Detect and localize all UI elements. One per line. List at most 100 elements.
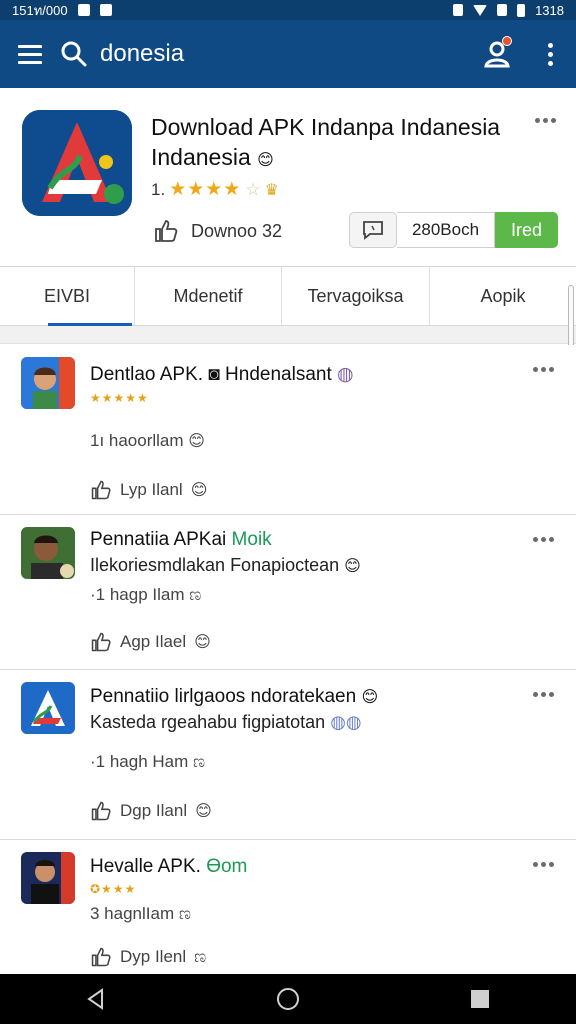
item-meta: ·1 hagp Ilam ಣ — [90, 585, 202, 604]
item-subtitle: Ilekoriesmdlakan Fonapioctean 😊 — [90, 555, 361, 576]
badge-icon: ◍ — [337, 364, 354, 385]
header-more-button[interactable] — [535, 118, 556, 123]
item-meta-text: 1ı haoorllam — [90, 431, 184, 450]
emoji-icon: 😊 — [344, 558, 361, 575]
item-title-accent: Ɵom — [206, 856, 248, 877]
tab-tervagoiksa[interactable]: Tervagoiksa — [282, 267, 430, 325]
item-like-label: Dyp Ilenl — [120, 947, 187, 966]
item-like-button[interactable]: Dgp Ilanl 😊 — [90, 800, 212, 822]
item-subtitle-text: Kasteda rgeahabu figpiatotan — [90, 712, 326, 732]
more-menu-button[interactable] — [524, 20, 576, 88]
item-title-accent: Moik — [231, 529, 272, 550]
notification-dot — [502, 36, 512, 46]
rating-stars: ★★★★ — [169, 179, 242, 200]
thumbs-up-icon — [91, 480, 111, 500]
tab-mdenetif[interactable]: Mdenetif — [135, 267, 282, 325]
more-horizontal-icon — [535, 118, 556, 123]
rating-row: 1. ★★★★ ☆ ♛ — [151, 178, 279, 201]
home-button[interactable] — [258, 974, 318, 1024]
item-meta: 1ı haoorllam 😊 — [90, 431, 205, 451]
system-nav-bar — [0, 974, 576, 1024]
emoji-icon: 😊 — [190, 482, 208, 499]
account-button[interactable] — [472, 20, 524, 88]
emoji-icon: 😊 — [194, 634, 211, 651]
item-title-text: Pennatiio lirlgaoos ndoratekaen — [90, 686, 357, 707]
tab-label: EIVBI — [43, 285, 91, 306]
home-icon — [277, 988, 299, 1010]
item-like-button[interactable]: Agp Ilael 😊 — [90, 631, 211, 653]
item-more-button[interactable] — [533, 862, 554, 867]
thumbs-up-icon — [155, 220, 178, 242]
item-subtitle-text: Ilekoriesmdlakan Fonapioctean — [90, 555, 340, 575]
battery-icon — [517, 3, 526, 17]
app-logo — [22, 110, 132, 216]
search-query: donesia — [100, 40, 185, 67]
menu-button[interactable] — [0, 20, 60, 88]
item-meta: 3 hagnlIam ಣ — [90, 904, 191, 923]
tab-label: Aopik — [480, 285, 526, 306]
item-like-button[interactable]: Lyp Ilanl 😊 — [90, 479, 207, 501]
more-vertical-icon — [547, 42, 553, 66]
back-icon — [87, 988, 103, 1010]
bluetooth-icon — [453, 4, 464, 16]
item-thumbnail — [21, 357, 75, 409]
item-stars: ★★★★★ — [90, 391, 149, 405]
hamburger-icon — [18, 42, 42, 66]
item-like-label: Lyp Ilanl — [120, 480, 183, 499]
item-more-button[interactable] — [533, 537, 554, 542]
app-title-line2: Indanesia 😊 — [151, 142, 511, 176]
globe-icon: ◍◍ — [330, 712, 362, 732]
item-thumbnail — [21, 852, 75, 904]
tab-eivbi[interactable]: EIVBI — [0, 267, 135, 326]
item-like-label: Agp Ilael — [120, 632, 187, 651]
wifi-icon — [473, 4, 488, 16]
comment-button[interactable] — [349, 212, 397, 248]
item-thumbnail — [21, 682, 75, 734]
item-title: Pennatiio lirlgaoos ndoratekaen 😊 — [90, 686, 378, 708]
item-title: Hevalle APK. Ɵom — [90, 856, 247, 878]
rating-prefix: 1. — [151, 179, 166, 199]
more-horizontal-icon — [533, 692, 554, 697]
app-bar: donesia — [0, 20, 576, 88]
item-title: Pennatiia APKai Moik — [90, 529, 272, 551]
search-icon — [60, 40, 100, 68]
more-horizontal-icon — [533, 537, 554, 542]
crown-emoji-icon: ♛ — [264, 181, 279, 199]
status-bar: 151ท/000 1318 — [0, 0, 576, 20]
back-button[interactable] — [66, 974, 126, 1024]
status-time: 151ท/000 — [12, 2, 68, 18]
list-item[interactable]: Dentlao APK. ◙ Hndenalsant ◍ ★★★★★ 1ı ha… — [0, 345, 576, 515]
emoji-icon: 😊 — [188, 433, 205, 450]
item-like-label: Dgp Ilanl — [120, 801, 188, 820]
comment-icon — [363, 221, 383, 240]
list-item[interactable]: Hevalle APK. Ɵom ✪★★★ 3 hagnlIam ಣ Dyp I… — [0, 840, 576, 974]
tab-aopik[interactable]: Aopik — [430, 267, 576, 325]
item-like-button[interactable]: Dyp Ilenl ಣ — [90, 946, 206, 968]
tab-bar: EIVBI Mdenetif Tervagoiksa Aopik — [0, 266, 576, 326]
signal-icon — [497, 4, 508, 16]
thumbs-up-icon — [91, 801, 111, 821]
item-more-button[interactable] — [533, 367, 554, 372]
item-title-text: Hevalle APK. — [90, 856, 201, 877]
search-input[interactable]: donesia — [60, 20, 472, 88]
action-button[interactable]: Ired — [495, 212, 558, 248]
app-title-line1: Download APK Indanpa Indanesia — [151, 114, 501, 140]
item-title-text: Pennatiia APKai — [90, 529, 227, 550]
smile-emoji-icon: 😊 — [257, 152, 274, 169]
like-label: Downoo 32 — [191, 220, 283, 241]
emoji-icon: 😊 — [361, 689, 379, 706]
emoji-icon: 😊 — [195, 803, 212, 820]
item-thumbnail — [21, 527, 75, 579]
item-more-button[interactable] — [533, 692, 554, 697]
app-title: Download APK Indanpa Indanesia Indanesia… — [151, 112, 511, 176]
list-item[interactable]: Pennatiio lirlgaoos ndoratekaen 😊 Kasted… — [0, 670, 576, 840]
recents-icon — [471, 990, 489, 1008]
item-stars: ✪★★★ — [90, 882, 137, 896]
more-horizontal-icon — [533, 862, 554, 867]
list-item[interactable]: Pennatiia APKai Moik Ilekoriesmdlakan Fo… — [0, 515, 576, 670]
recents-button[interactable] — [450, 974, 510, 1024]
size-field: 280Вoch — [397, 212, 495, 248]
like-button[interactable]: Downoo 32 — [153, 218, 282, 244]
edit-icon — [99, 4, 112, 16]
item-meta: ·1 hagh Ham ಣ — [90, 752, 206, 771]
